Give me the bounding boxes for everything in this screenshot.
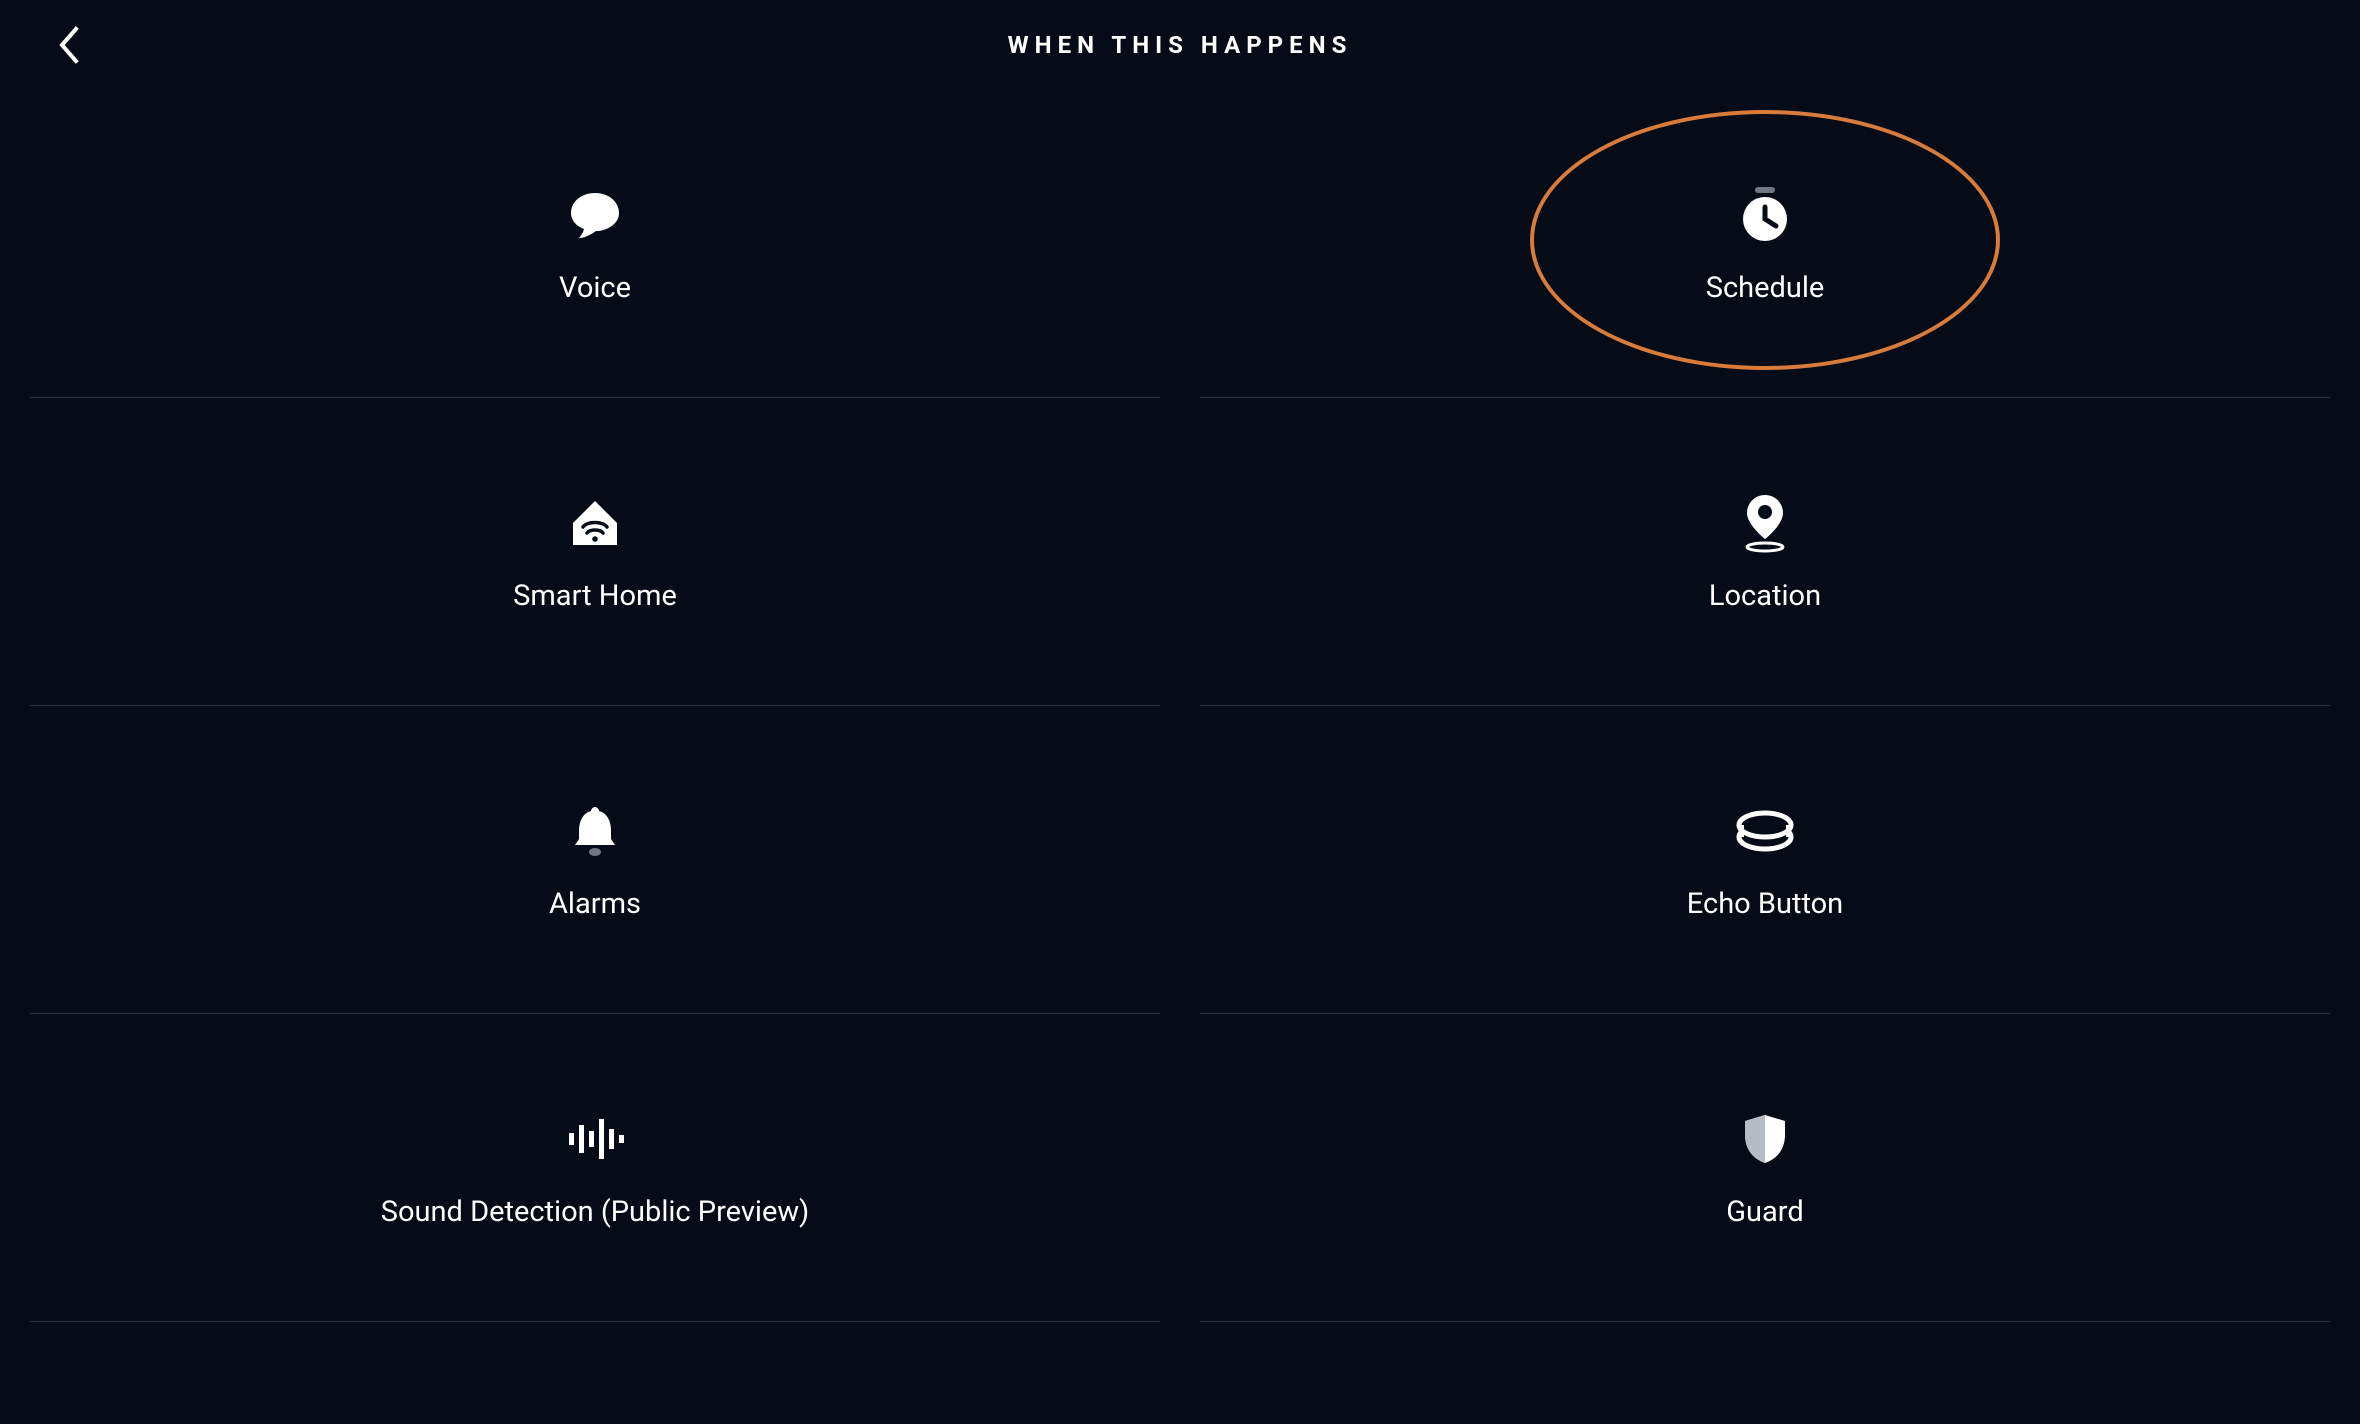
bell-icon — [567, 799, 623, 863]
option-label: Alarms — [549, 887, 641, 921]
location-pin-icon — [1737, 491, 1793, 555]
option-label: Smart Home — [513, 579, 677, 613]
house-wifi-icon — [567, 491, 623, 555]
option-voice[interactable]: Voice — [30, 90, 1160, 398]
shield-icon — [1741, 1107, 1789, 1171]
option-echo-button[interactable]: Echo Button — [1200, 706, 2330, 1014]
option-sound-detection[interactable]: Sound Detection (Public Preview) — [30, 1014, 1160, 1322]
option-label: Guard — [1726, 1195, 1803, 1229]
option-schedule[interactable]: Schedule — [1200, 90, 2330, 398]
option-label: Sound Detection (Public Preview) — [381, 1195, 809, 1229]
speech-bubble-icon — [567, 183, 623, 247]
option-label: Schedule — [1706, 271, 1825, 305]
option-label: Location — [1709, 579, 1821, 613]
option-smart-home[interactable]: Smart Home — [30, 398, 1160, 706]
echo-button-icon — [1733, 799, 1797, 863]
chevron-left-icon — [58, 25, 82, 65]
option-alarms[interactable]: Alarms — [30, 706, 1160, 1014]
option-label: Voice — [559, 271, 631, 305]
option-guard[interactable]: Guard — [1200, 1014, 2330, 1322]
back-button[interactable] — [50, 25, 90, 65]
header: WHEN THIS HAPPENS — [0, 0, 2360, 90]
option-label: Echo Button — [1687, 887, 1843, 921]
trigger-options-grid: Voice Schedule Smart Home — [0, 90, 2360, 1322]
alarm-clock-icon — [1735, 183, 1795, 247]
option-location[interactable]: Location — [1200, 398, 2330, 706]
sound-wave-icon — [565, 1107, 625, 1171]
page-title: WHEN THIS HAPPENS — [1008, 31, 1353, 59]
